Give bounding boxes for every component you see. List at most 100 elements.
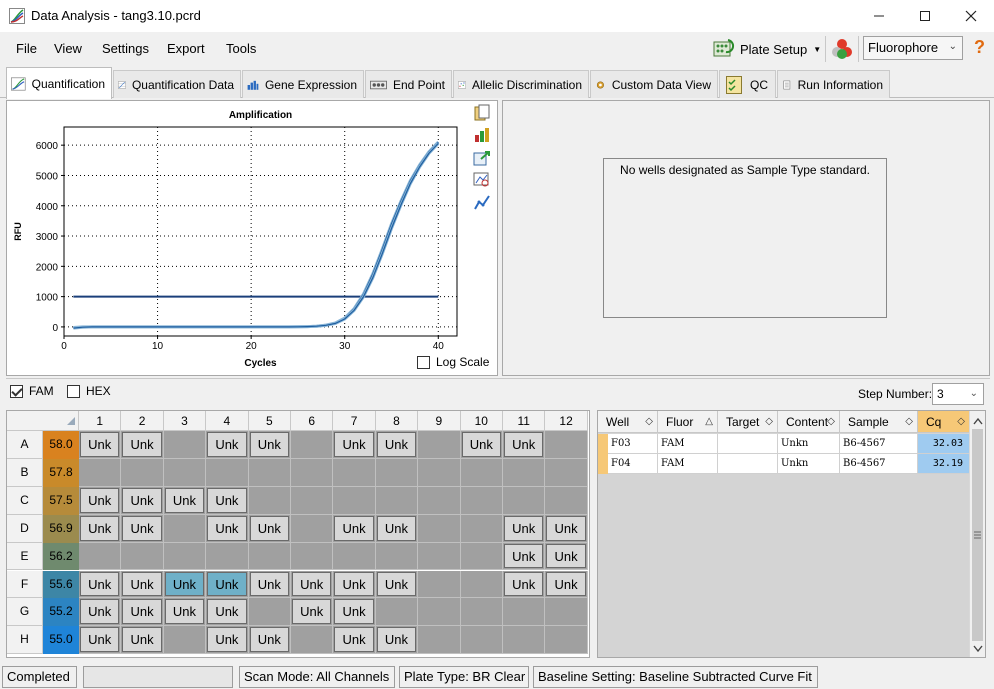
plate-cell[interactable]: Unk (163, 598, 207, 627)
plate-cell[interactable] (163, 514, 207, 543)
cell-content[interactable]: Unkn (778, 454, 840, 474)
plate-well[interactable]: Unk (249, 515, 289, 541)
plate-setup-button[interactable]: Plate Setup ▼ (712, 36, 821, 62)
plate-well[interactable]: Unk (249, 432, 289, 457)
plate-well[interactable]: Unk (376, 515, 417, 541)
column-header[interactable]: Well ◇ (598, 411, 658, 433)
plate-well[interactable]: Unk (164, 571, 205, 597)
plate-cell[interactable]: Unk (206, 514, 249, 543)
maximize-button[interactable] (902, 0, 948, 31)
plate-cell[interactable] (291, 626, 334, 655)
plate-cell[interactable]: Unk (206, 570, 249, 599)
plate-cell[interactable] (545, 598, 588, 627)
plate-cell[interactable] (418, 514, 461, 543)
plate-cell[interactable]: Unk (503, 514, 546, 543)
plate-well[interactable]: Unk (376, 571, 417, 597)
plate-cell[interactable] (545, 626, 588, 655)
plate-cell[interactable] (503, 486, 546, 515)
plate-well[interactable]: Unk (80, 432, 120, 457)
plate-cell[interactable]: Unk (545, 542, 588, 571)
plate-well[interactable]: Unk (80, 627, 120, 653)
column-header[interactable]: Fluor △ (658, 411, 718, 433)
row-header[interactable]: B (7, 458, 43, 487)
row-header[interactable]: A (7, 431, 43, 459)
plate-cell[interactable]: Unk (375, 626, 419, 655)
column-header[interactable]: 8 (375, 411, 419, 431)
plate-cell[interactable] (545, 431, 588, 459)
column-header[interactable]: 1 (79, 411, 122, 431)
plate-cell[interactable] (503, 626, 546, 655)
menu-view[interactable]: View (54, 41, 82, 56)
row-header[interactable]: E (7, 542, 43, 571)
column-header[interactable]: 9 (418, 411, 461, 431)
plate-cell[interactable]: Unk (248, 570, 291, 599)
column-header[interactable]: 3 (163, 411, 207, 431)
plate-cell[interactable] (163, 458, 207, 487)
plate-cell[interactable]: Unk (121, 514, 164, 543)
plate-well[interactable]: Unk (207, 627, 247, 653)
plate-cell[interactable]: Unk (121, 626, 164, 655)
cell-content[interactable]: Unkn (778, 434, 840, 454)
plate-cell[interactable]: Unk (333, 514, 376, 543)
plate-well[interactable]: Unk (546, 571, 586, 597)
column-header[interactable]: Sample ◇ (840, 411, 918, 433)
cell-sample[interactable]: B6-4567 (840, 434, 918, 454)
column-header[interactable]: 7 (333, 411, 376, 431)
results-scrollbar[interactable] (969, 411, 985, 657)
copy-icon[interactable] (473, 104, 491, 122)
column-header[interactable]: 5 (248, 411, 291, 431)
plate-cell[interactable]: Unk (206, 486, 249, 515)
plate-cell[interactable]: Unk (503, 542, 546, 571)
column-header[interactable]: Cq ◇ (918, 411, 970, 433)
plate-well[interactable]: Unk (504, 432, 544, 457)
plate-cell[interactable]: Unk (545, 514, 588, 543)
plate-cell[interactable]: Unk (333, 626, 376, 655)
plate-cell[interactable]: Unk (79, 431, 122, 459)
plate-cell[interactable] (418, 598, 461, 627)
plate-well[interactable]: Unk (546, 515, 586, 541)
plate-cell[interactable] (291, 431, 334, 459)
row-header[interactable]: F (7, 570, 43, 599)
plate-cell[interactable]: Unk (206, 431, 249, 459)
plate-well[interactable]: Unk (334, 571, 374, 597)
plate-cell[interactable] (333, 458, 376, 487)
log-scale-checkbox[interactable] (417, 355, 430, 369)
row-header[interactable]: G (7, 598, 43, 627)
row-selector[interactable] (598, 454, 608, 474)
plate-well[interactable]: Unk (376, 432, 417, 457)
row-selector[interactable] (598, 434, 608, 454)
plate-well[interactable]: Unk (80, 487, 120, 513)
plate-well[interactable]: Unk (334, 515, 374, 541)
plate-cell[interactable] (121, 542, 164, 571)
plate-cell[interactable]: Unk (79, 486, 122, 515)
scroll-thumb[interactable] (972, 429, 983, 641)
column-header[interactable]: 6 (291, 411, 334, 431)
column-header[interactable]: Target ◇ (718, 411, 778, 433)
plate-cell[interactable] (79, 458, 122, 487)
plate-cell[interactable] (163, 431, 207, 459)
plate-cell[interactable] (503, 598, 546, 627)
plate-cell[interactable] (291, 514, 334, 543)
plate-cell[interactable] (545, 458, 588, 487)
plate-cell[interactable] (79, 542, 122, 571)
plate-cell[interactable]: Unk (460, 431, 503, 459)
plate-well[interactable]: Unk (504, 543, 544, 569)
cell-target[interactable] (718, 454, 778, 474)
plate-well[interactable]: Unk (122, 515, 162, 541)
plate-cell[interactable] (248, 458, 291, 487)
plate-cell[interactable] (291, 542, 334, 571)
plate-cell[interactable] (418, 431, 461, 459)
plate-cell[interactable] (121, 458, 164, 487)
plate-cell[interactable] (248, 542, 291, 571)
plate-cell[interactable] (460, 514, 503, 543)
plate-cell[interactable] (333, 486, 376, 515)
column-header[interactable]: 2 (121, 411, 164, 431)
cell-cq[interactable]: 32.03 (918, 434, 970, 454)
plate-well[interactable]: Unk (122, 432, 162, 457)
cell-fluor[interactable]: FAM (658, 434, 718, 454)
plate-well[interactable]: Unk (164, 487, 205, 513)
plate-well[interactable]: Unk (164, 599, 205, 625)
plate-well[interactable]: Unk (80, 571, 120, 597)
plate-cell[interactable]: Unk (121, 598, 164, 627)
fam-filter[interactable]: FAM (10, 384, 54, 398)
